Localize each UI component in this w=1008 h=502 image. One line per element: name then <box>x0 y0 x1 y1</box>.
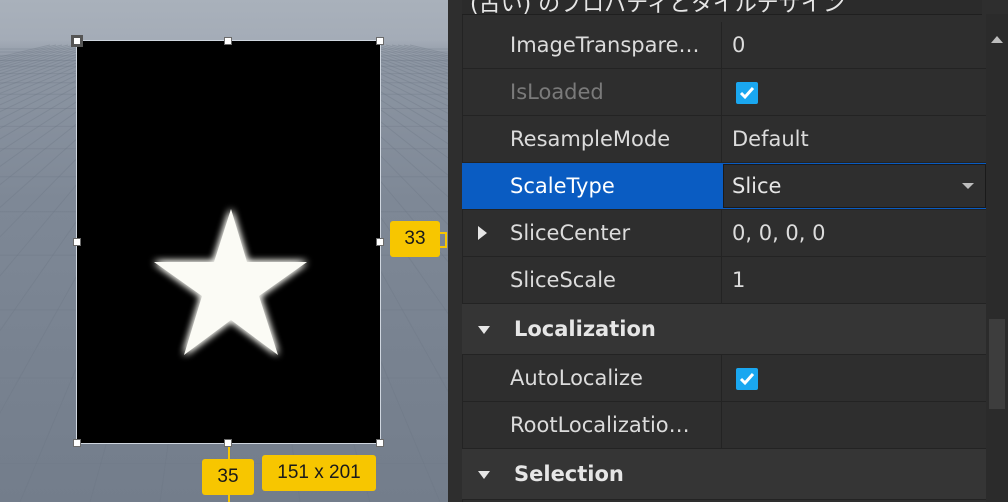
triangle-down-icon[interactable] <box>478 326 490 334</box>
scroll-thumb[interactable] <box>989 319 1005 409</box>
resize-handle-bottom-right[interactable] <box>376 439 384 447</box>
property-row-slicecenter[interactable]: SliceCenter 0, 0, 0, 0 <box>462 210 988 257</box>
column-divider <box>721 116 722 162</box>
resize-handle-bottom-left[interactable] <box>73 439 81 447</box>
property-value[interactable]: 0 <box>732 22 745 68</box>
autolocalize-checkbox[interactable] <box>736 368 758 390</box>
property-name: ScaleType <box>510 174 615 198</box>
property-row-isloaded: IsLoaded <box>462 69 988 116</box>
bottom-offset-tag: 35 <box>202 459 254 495</box>
resize-handle-top[interactable] <box>224 37 232 45</box>
bottom-offset-guide <box>228 447 230 459</box>
right-offset-tag: 33 <box>390 221 440 257</box>
panel-header-text: (古い) のプロパティとタイルデザイン <box>470 0 845 15</box>
scroll-up-icon[interactable] <box>991 36 1003 43</box>
resize-handle-bottom[interactable] <box>224 439 232 447</box>
panel-splitter[interactable] <box>448 0 463 502</box>
section-selection[interactable]: Selection <box>462 449 988 500</box>
property-name: RootLocalizatio… <box>510 413 690 437</box>
property-name: AutoLocalize <box>510 366 643 390</box>
triangle-right-icon[interactable] <box>478 226 487 240</box>
column-divider <box>721 22 722 68</box>
resize-handle-top-left[interactable] <box>71 35 83 47</box>
section-label: Localization <box>514 317 656 341</box>
property-list: ImageTranspare… 0 IsLoaded ResampleMode … <box>462 22 988 500</box>
bottom-offset-guide-lower <box>228 495 230 502</box>
column-divider <box>721 402 722 448</box>
isloaded-checkbox <box>736 82 758 104</box>
resize-handle-left[interactable] <box>73 238 81 246</box>
property-name: ResampleMode <box>510 127 671 151</box>
chevron-down-icon[interactable] <box>962 183 974 189</box>
column-divider <box>721 355 722 401</box>
property-value[interactable]: 1 <box>732 257 745 303</box>
right-offset-guide <box>440 232 447 248</box>
property-name: SliceCenter <box>510 221 631 245</box>
section-label: Selection <box>514 462 624 486</box>
property-row-slicescale[interactable]: SliceScale 1 <box>462 257 988 304</box>
property-name: SliceScale <box>510 268 616 292</box>
property-name: ImageTranspare… <box>510 33 700 57</box>
column-divider <box>721 257 722 303</box>
panel-header: (古い) のプロパティとタイルデザイン <box>462 0 982 15</box>
properties-panel: (古い) のプロパティとタイルデザイン ImageTranspare… 0 Is… <box>448 0 1008 502</box>
section-localization[interactable]: Localization <box>462 304 988 355</box>
property-name: IsLoaded <box>510 80 604 104</box>
column-divider <box>721 210 722 256</box>
property-row-scaletype[interactable]: ScaleType Slice <box>462 163 988 210</box>
property-value[interactable]: Slice <box>732 163 781 209</box>
resize-handle-right[interactable] <box>376 238 384 246</box>
column-divider <box>721 69 722 115</box>
vertical-scrollbar[interactable] <box>986 14 1008 502</box>
viewport-3d[interactable]: 33 35 151 x 201 <box>0 0 448 502</box>
property-row-imagetransparency[interactable]: ImageTranspare… 0 <box>462 22 988 69</box>
triangle-down-icon[interactable] <box>478 471 490 479</box>
size-tag: 151 x 201 <box>262 455 376 491</box>
star-image <box>154 209 307 355</box>
property-row-rootlocalizationtable[interactable]: RootLocalizatio… <box>462 402 988 449</box>
image-label-selection[interactable] <box>77 41 380 443</box>
check-icon <box>739 373 755 386</box>
resize-handle-top-right[interactable] <box>376 37 384 45</box>
check-icon <box>739 87 755 100</box>
property-row-resamplemode[interactable]: ResampleMode Default <box>462 116 988 163</box>
property-value[interactable]: Default <box>732 116 809 162</box>
property-row-autolocalize[interactable]: AutoLocalize <box>462 355 988 402</box>
property-value[interactable]: 0, 0, 0, 0 <box>732 210 826 256</box>
